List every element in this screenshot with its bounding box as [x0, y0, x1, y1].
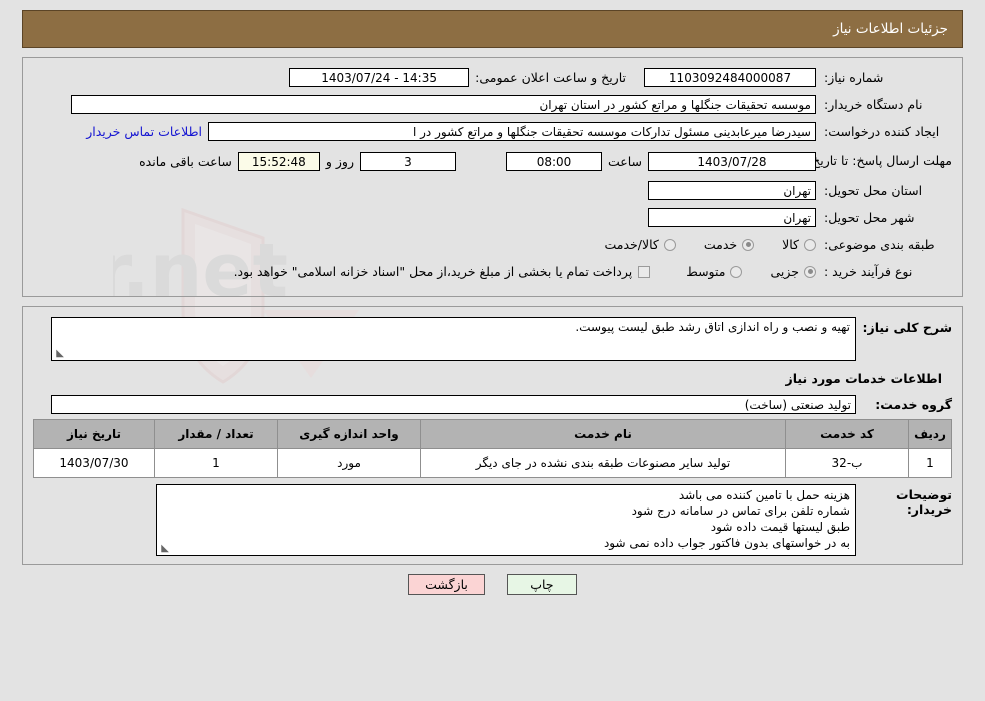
description-text: تهیه و نصب و راه اندازی اتاق رشد طبق لیس…: [575, 320, 850, 334]
services-panel: شرح کلی نیاز: تهیه و نصب و راه اندازی ات…: [22, 306, 963, 565]
back-button[interactable]: بازگشت: [408, 574, 485, 595]
category-label: طبقه بندی موضوعی:: [824, 237, 935, 252]
row-service-group: گروه خدمت: تولید صنعتی (ساخت): [33, 392, 952, 417]
process-option-motavaset[interactable]: متوسط: [686, 264, 743, 279]
process-option-label: متوسط: [686, 264, 726, 279]
deadline-date-field: 1403/07/28: [648, 151, 816, 171]
cell-name: تولید سایر مصنوعات طبقه بندی نشده در جای…: [420, 448, 786, 478]
category-option-kala-khedmat[interactable]: کالا/خدمت: [604, 237, 676, 252]
row-need-number: شماره نیاز: 1103092484000087 تاریخ و ساع…: [33, 65, 952, 90]
deadline-hour-field: 08:00: [505, 151, 602, 171]
radio-icon[interactable]: [730, 265, 743, 278]
row-buyer-notes: توضیحات خریدار: هزینه حمل با تامین کننده…: [33, 484, 952, 556]
resize-grip-icon[interactable]: ◣: [159, 544, 169, 554]
buyer-note-line: طبق لیستها قیمت داده شود: [710, 520, 850, 534]
column-header-unit: واحد اندازه گیری: [277, 419, 421, 449]
description-label: شرح کلی نیاز:: [862, 320, 952, 335]
category-option-khedmat[interactable]: خدمت: [703, 237, 755, 252]
creator-field: سیدرضا میرعابدینی مسئول تدارکات موسسه تح…: [208, 122, 816, 141]
province-label: استان محل تحویل:: [824, 183, 923, 198]
row-description: شرح کلی نیاز: تهیه و نصب و راه اندازی ات…: [33, 317, 952, 361]
need-info-panel: شماره نیاز: 1103092484000087 تاریخ و ساع…: [22, 57, 963, 297]
column-header-name: نام خدمت: [420, 419, 786, 449]
city-field: تهران: [648, 208, 816, 227]
category-option-label: خدمت: [703, 237, 738, 252]
services-section-title: اطلاعات خدمات مورد نیاز: [785, 371, 943, 386]
city-label: شهر محل تحویل:: [824, 210, 915, 225]
buyer-note-line: به در خواستهای بدون فاکتور جواب داده نمی…: [603, 536, 850, 550]
cell-quantity: 1: [154, 448, 278, 478]
treasury-checkbox-item[interactable]: پرداخت تمام یا بخشی از مبلغ خرید،از محل …: [234, 264, 651, 279]
buyer-notes-textarea[interactable]: هزینه حمل با تامین کننده می باشد شماره ت…: [156, 484, 856, 556]
radio-icon[interactable]: [742, 238, 755, 251]
row-creator: ایجاد کننده درخواست: سیدرضا میرعابدینی م…: [33, 119, 952, 144]
cell-unit: مورد: [277, 448, 421, 478]
services-table: ردیف کد خدمت نام خدمت واحد اندازه گیری ت…: [33, 419, 952, 478]
remaining-time-field: 15:52:48: [237, 151, 320, 171]
need-number-field: 1103092484000087: [644, 68, 816, 87]
radio-icon[interactable]: [663, 238, 676, 251]
table-row: 1 ب-32 تولید سایر مصنوعات طبقه بندی نشده…: [33, 448, 952, 478]
buyer-org-label: نام دستگاه خریدار:: [824, 97, 923, 112]
print-button[interactable]: چاپ: [506, 574, 577, 595]
radio-icon[interactable]: [804, 238, 816, 251]
remaining-days-label: روز و: [325, 153, 354, 169]
resize-grip-icon[interactable]: ◣: [54, 349, 64, 359]
row-category: طبقه بندی موضوعی: کالا خدمت کالا/خدمت: [33, 232, 952, 257]
process-option-label: جزیی: [770, 264, 799, 279]
page-header: جزئیات اطلاعات نیاز: [22, 10, 963, 48]
description-textarea[interactable]: تهیه و نصب و راه اندازی اتاق رشد طبق لیس…: [51, 317, 856, 361]
checkbox-icon[interactable]: [638, 265, 651, 278]
process-radio-group: جزیی متوسط: [658, 264, 816, 279]
radio-icon[interactable]: [804, 265, 816, 278]
need-number-label: شماره نیاز:: [824, 70, 884, 85]
category-option-label: کالا/خدمت: [604, 237, 659, 252]
buyer-notes-label: توضیحات خریدار:: [896, 487, 952, 517]
row-city: شهر محل تحویل: تهران: [33, 205, 952, 230]
action-buttons: چاپ بازگشت: [0, 574, 985, 595]
cell-code: ب-32: [785, 448, 909, 478]
province-field: تهران: [648, 181, 816, 200]
service-group-label: گروه خدمت:: [875, 397, 952, 412]
creator-label: ایجاد کننده درخواست:: [824, 124, 940, 139]
cell-date: 1403/07/30: [33, 448, 155, 478]
buyer-org-field: موسسه تحقیقات جنگلها و مراتع کشور در است…: [71, 95, 816, 114]
page-title: جزئیات اطلاعات نیاز: [833, 21, 948, 37]
row-buyer-org: نام دستگاه خریدار: موسسه تحقیقات جنگلها …: [33, 92, 952, 117]
row-process: نوع فرآیند خرید : جزیی متوسط پرداخت تمام…: [33, 259, 952, 284]
column-header-quantity: تعداد / مقدار: [154, 419, 278, 449]
category-option-kala[interactable]: کالا: [782, 237, 816, 252]
row-deadline: مهلت ارسال پاسخ: تا تاریخ: 1403/07/28 سا…: [33, 146, 952, 176]
page-root: جزئیات اطلاعات نیاز شماره نیاز: 11030924…: [0, 10, 985, 595]
announce-datetime-field: 14:35 - 1403/07/24: [289, 68, 470, 87]
deadline-hour-label: ساعت: [607, 153, 642, 169]
process-option-jozei[interactable]: جزیی: [770, 264, 816, 279]
table-header-row: ردیف کد خدمت نام خدمت واحد اندازه گیری ت…: [33, 419, 952, 449]
treasury-checkbox-label: پرداخت تمام یا بخشی از مبلغ خرید،از محل …: [233, 264, 633, 279]
deadline-label: مهلت ارسال پاسخ: تا تاریخ:: [807, 153, 952, 168]
announce-datetime-label: تاریخ و ساعت اعلان عمومی:: [475, 70, 626, 85]
row-province: استان محل تحویل: تهران: [33, 178, 952, 203]
remaining-suffix-label: ساعت باقی مانده: [139, 153, 232, 169]
column-header-radif: ردیف: [908, 419, 952, 449]
process-label: نوع فرآیند خرید :: [824, 264, 913, 279]
remaining-days-field: 3: [359, 151, 456, 171]
cell-radif: 1: [908, 448, 952, 478]
buyer-contact-link[interactable]: اطلاعات تماس خریدار: [80, 124, 208, 139]
column-header-code: کد خدمت: [785, 419, 909, 449]
buyer-note-line: شماره تلفن برای تماس در سامانه درج شود: [631, 504, 850, 518]
service-group-field: تولید صنعتی (ساخت): [51, 395, 856, 414]
category-option-label: کالا: [782, 237, 799, 252]
category-radio-group: کالا خدمت کالا/خدمت: [576, 237, 816, 252]
buyer-note-line: هزینه حمل با تامین کننده می باشد: [678, 488, 850, 502]
column-header-date: تاریخ نیاز: [33, 419, 155, 449]
